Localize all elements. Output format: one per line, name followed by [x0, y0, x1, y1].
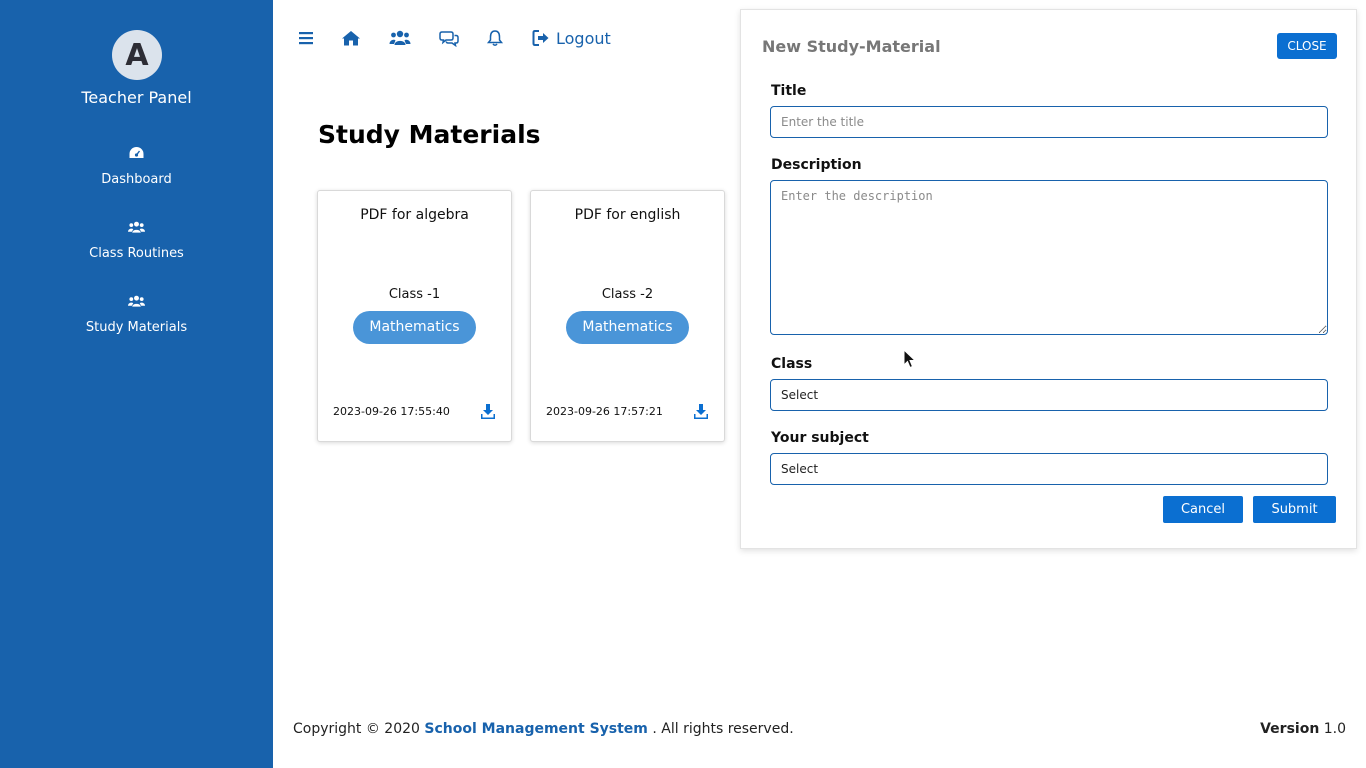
subject-label: Your subject	[771, 430, 869, 446]
page-title: Study Materials	[318, 120, 541, 149]
brand-logo-icon: A	[125, 38, 149, 73]
footer-copyright: Copyright © 2020 School Management Syste…	[293, 721, 794, 737]
description-textarea[interactable]	[770, 180, 1328, 335]
menu-icon[interactable]	[296, 29, 316, 47]
users-icon[interactable]	[389, 29, 411, 47]
brand-logo: A	[112, 30, 162, 80]
svg-text:A: A	[125, 38, 149, 73]
system-name-link[interactable]: School Management System	[424, 721, 648, 737]
sidebar-item-label: Class Routines	[89, 246, 184, 261]
footer-version: Version 1.0	[1260, 721, 1346, 737]
download-icon[interactable]	[693, 403, 709, 420]
users-icon	[128, 295, 145, 307]
panel-title: New Study-Material	[762, 37, 941, 56]
version-value: 1.0	[1323, 721, 1346, 737]
sidebar-item-label: Study Materials	[85, 320, 188, 335]
logout-icon	[532, 30, 549, 46]
class-label: Class	[771, 356, 813, 372]
new-study-material-panel: New Study-Material CLOSE Title Descripti…	[740, 9, 1357, 549]
title-label: Title	[771, 83, 807, 99]
mouse-cursor-icon	[903, 349, 917, 369]
submit-button[interactable]: Submit	[1253, 496, 1336, 523]
gauge-icon	[129, 147, 144, 158]
card-date: 2023-09-26 17:55:40	[333, 405, 450, 418]
bell-icon[interactable]	[486, 29, 504, 47]
users-icon	[128, 221, 145, 233]
class-select[interactable]: Select	[770, 379, 1328, 411]
close-button[interactable]: CLOSE	[1277, 33, 1337, 59]
brand-title: Teacher Panel	[81, 88, 192, 107]
material-card: PDF for algebra Class -1 Mathematics 202…	[317, 190, 512, 442]
home-icon[interactable]	[341, 29, 361, 47]
subject-select[interactable]: Select	[770, 453, 1328, 485]
card-date: 2023-09-26 17:57:21	[546, 405, 663, 418]
download-icon[interactable]	[480, 403, 496, 420]
description-label: Description	[771, 157, 862, 173]
chat-icon[interactable]	[439, 29, 459, 47]
sidebar-item-class-routines[interactable]: Class Routines	[0, 220, 273, 280]
material-card: PDF for english Class -2 Mathematics 202…	[530, 190, 725, 442]
rights-text: . All rights reserved.	[652, 721, 794, 737]
subject-badge: Mathematics	[353, 311, 476, 344]
cancel-button[interactable]: Cancel	[1163, 496, 1243, 523]
logout-link[interactable]: Logout	[532, 28, 611, 48]
card-title: PDF for english	[574, 207, 681, 223]
card-class: Class -2	[601, 287, 654, 302]
title-input[interactable]	[770, 106, 1328, 138]
version-label: Version	[1260, 721, 1320, 737]
logout-label: Logout	[556, 28, 611, 48]
sidebar: A Teacher Panel Dashboard Class Routines	[0, 0, 273, 768]
sidebar-item-study-materials[interactable]: Study Materials	[0, 294, 273, 354]
card-title: PDF for algebra	[360, 207, 469, 223]
copyright-text: Copyright © 2020	[293, 721, 420, 737]
sidebar-item-label: Dashboard	[101, 172, 172, 187]
subject-badge: Mathematics	[566, 311, 689, 344]
sidebar-item-dashboard[interactable]: Dashboard	[0, 146, 273, 206]
card-class: Class -1	[388, 287, 441, 302]
